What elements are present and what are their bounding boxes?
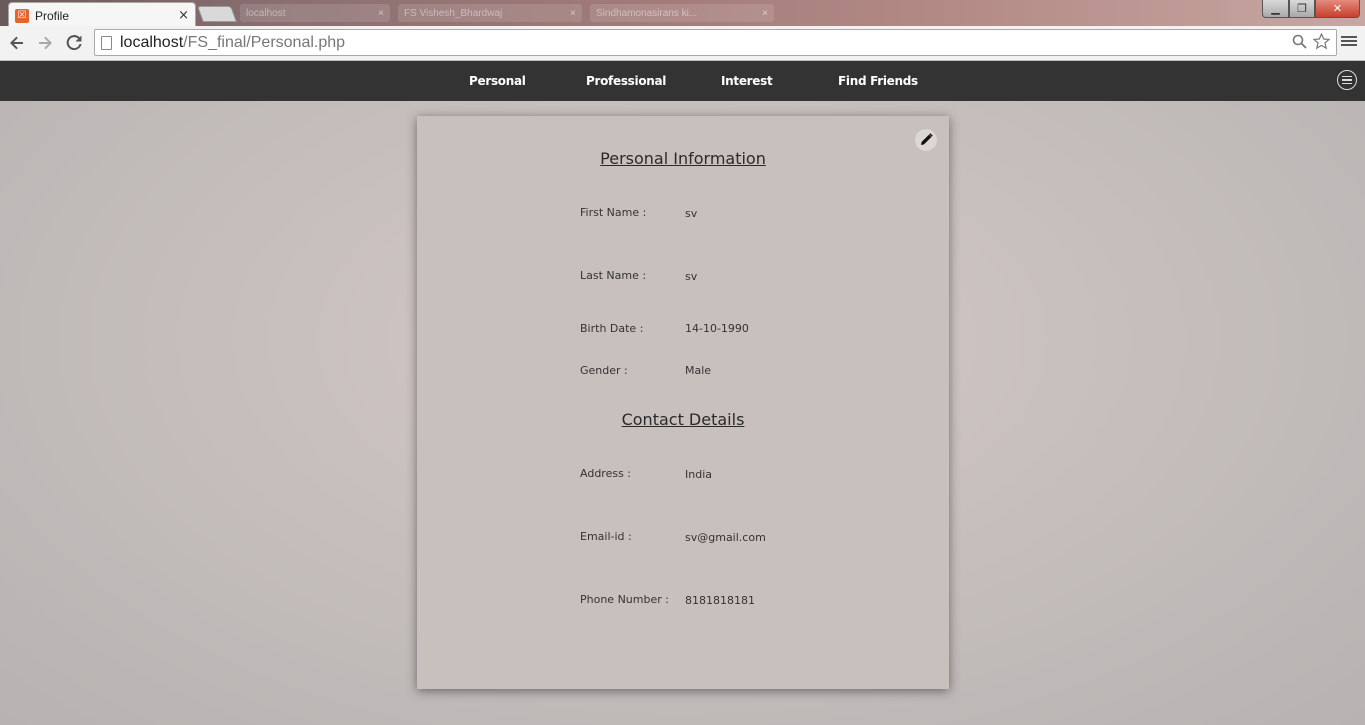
window-maximize-button[interactable]: ❐: [1289, 0, 1315, 18]
browser-toolbar: localhost/FS_final/Personal.php: [0, 26, 1365, 61]
background-tab-3-close-icon[interactable]: ×: [762, 8, 768, 19]
hamburger-icon[interactable]: [1337, 70, 1357, 90]
first-name-label: First Name :: [580, 206, 647, 219]
xampp-favicon-icon: ☒: [15, 8, 29, 23]
window-close-button[interactable]: ✕: [1315, 0, 1360, 18]
background-tab-1[interactable]: localhost ×: [240, 4, 390, 22]
last-name-label: Last Name :: [580, 269, 647, 282]
background-tab-3[interactable]: Sindhamonasirans ki... ×: [590, 4, 774, 22]
tab-profile[interactable]: ☒ Profile ×: [8, 2, 196, 28]
edit-button[interactable]: [915, 129, 937, 151]
chrome-menu-icon[interactable]: [1341, 34, 1357, 50]
page-content: Personal Professional Interest Find Frie…: [0, 61, 1365, 725]
last-name-value: sv: [685, 270, 698, 283]
profile-card: Personal Information First Name : sv Las…: [417, 116, 949, 689]
background-tab-2[interactable]: FS Vishesh_Bhardwaj ×: [398, 4, 582, 22]
first-name-value: sv: [685, 207, 698, 220]
email-label: Email-id :: [580, 530, 632, 543]
background-tab-1-close-icon[interactable]: ×: [378, 8, 384, 19]
contact-details-title: Contact Details: [621, 410, 745, 429]
forward-arrow-icon[interactable]: [34, 32, 56, 54]
phone-number-label: Phone Number :: [580, 593, 669, 606]
birth-date-label: Birth Date :: [580, 322, 644, 335]
page-icon: [101, 35, 112, 50]
nav-link-find-friends[interactable]: Find Friends: [838, 74, 918, 88]
background-tab-1-title: localhost: [246, 7, 286, 19]
address-value: India: [685, 468, 712, 481]
background-tab-3-title: Sindhamonasirans ki...: [596, 7, 698, 19]
reload-icon[interactable]: [63, 32, 85, 54]
pencil-icon: [920, 131, 933, 150]
personal-information-title: Personal Information: [600, 149, 766, 168]
zoom-icon[interactable]: [1292, 34, 1307, 53]
birth-date-value: 14-10-1990: [685, 322, 749, 335]
address-bar[interactable]: localhost/FS_final/Personal.php: [94, 29, 1337, 56]
new-tab-button[interactable]: [197, 6, 237, 22]
tab-title: Profile: [35, 8, 70, 23]
site-navbar: Personal Professional Interest Find Frie…: [0, 61, 1365, 101]
background-tab-2-close-icon[interactable]: ×: [570, 8, 576, 19]
nav-link-professional[interactable]: Professional: [586, 74, 666, 88]
email-value: sv@gmail.com: [685, 531, 766, 544]
gender-label: Gender :: [580, 364, 628, 377]
phone-number-value: 8181818181: [685, 594, 755, 607]
url-host: localhost: [120, 33, 184, 51]
url-path: /FS_final/Personal.php: [183, 33, 346, 51]
background-tab-2-title: FS Vishesh_Bhardwaj: [404, 7, 503, 19]
back-arrow-icon[interactable]: [6, 32, 28, 54]
nav-link-interest[interactable]: Interest: [721, 74, 773, 88]
nav-link-personal[interactable]: Personal: [469, 74, 526, 88]
gender-value: Male: [685, 364, 712, 377]
browser-titlebar: ☒ Profile × localhost × FS Vishesh_Bhard…: [0, 0, 1365, 28]
tab-close-icon[interactable]: ×: [178, 8, 189, 23]
address-label: Address :: [580, 467, 632, 480]
window-minimize-button[interactable]: ▁: [1262, 0, 1289, 18]
bookmark-star-icon[interactable]: [1312, 32, 1331, 54]
